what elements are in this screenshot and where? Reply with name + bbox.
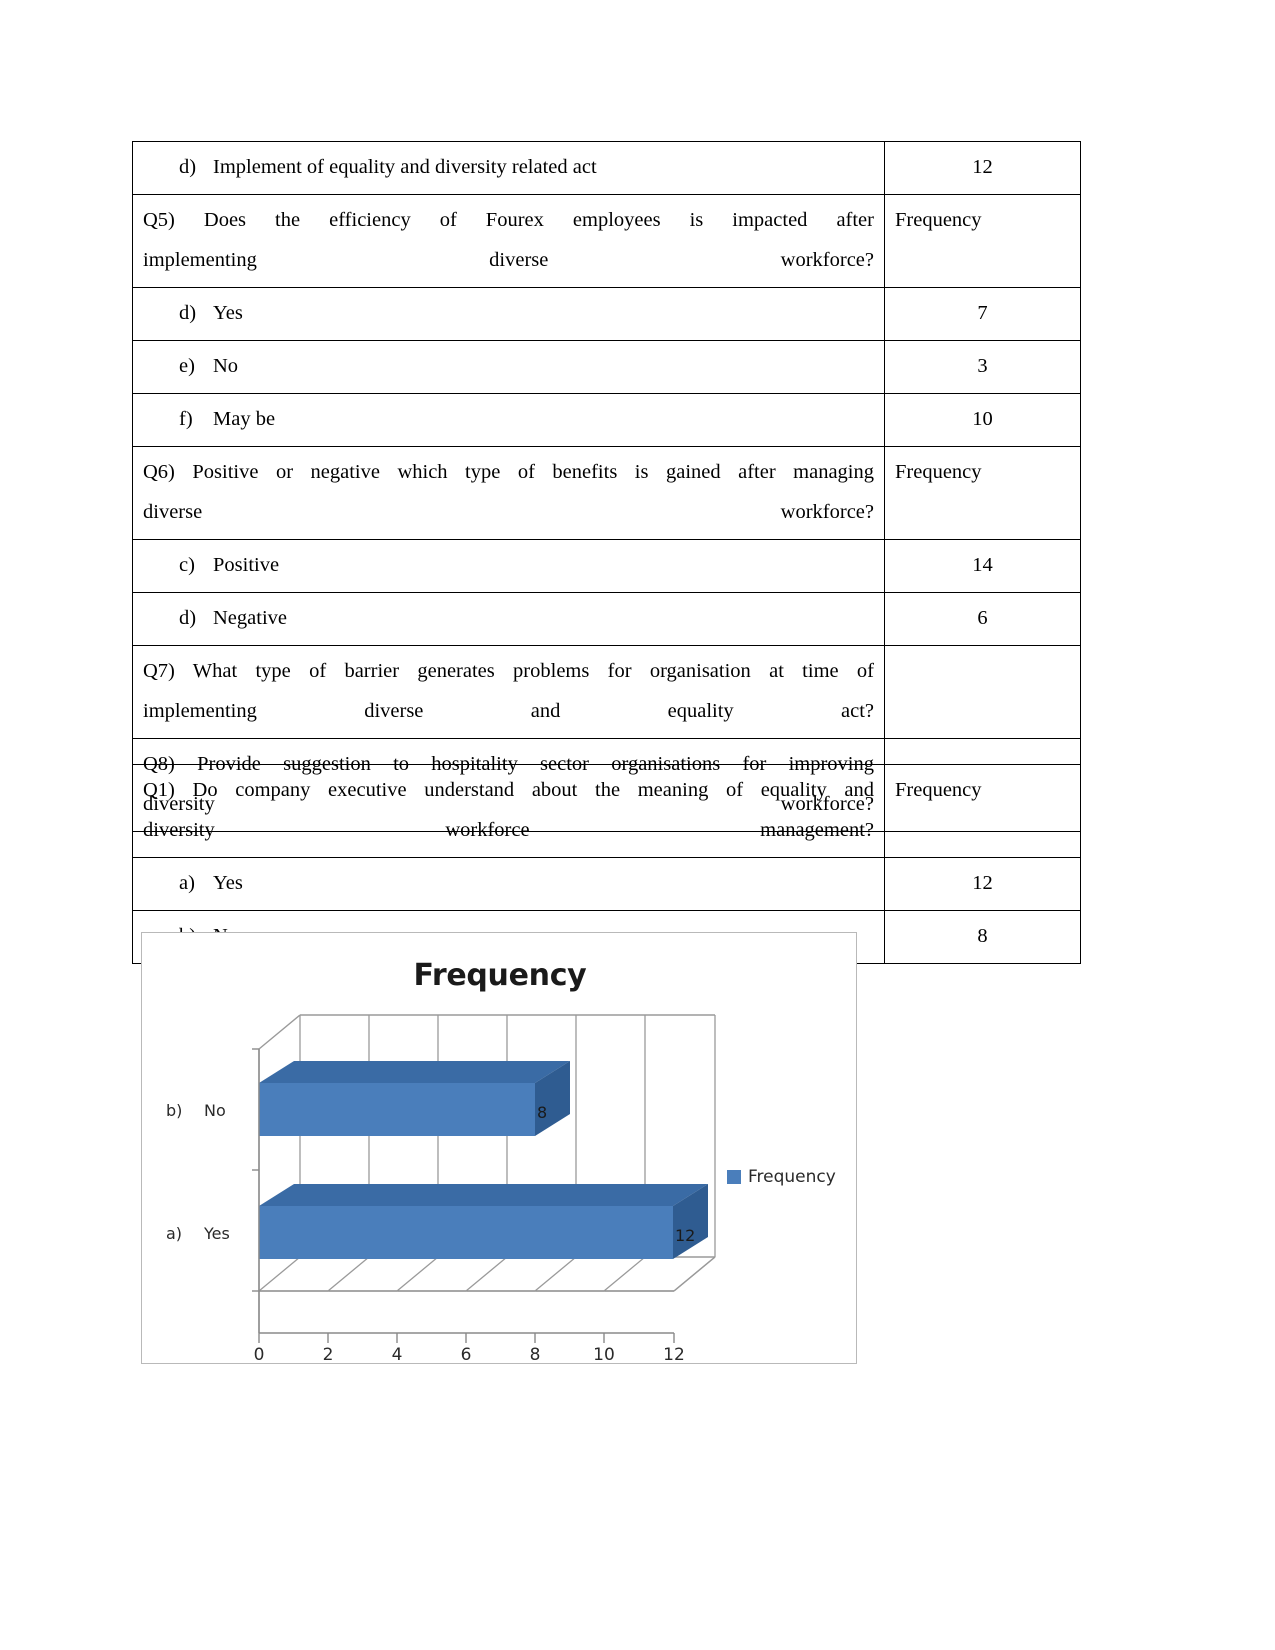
option-text: Positive bbox=[213, 553, 280, 576]
option-cell: e) No bbox=[132, 339, 885, 394]
option-cell: c) Positive bbox=[132, 538, 885, 593]
option-cell: d) Yes bbox=[132, 286, 885, 341]
option-cell: d) Implement of equality and diversity re… bbox=[132, 141, 885, 195]
question-line-1: Q5) Does the efficiency of Fourex employ… bbox=[143, 208, 874, 231]
legend-swatch-frequency bbox=[727, 1170, 741, 1184]
option-letter: d) bbox=[179, 156, 197, 178]
frequency-header: Frequency bbox=[884, 764, 1081, 858]
frequency-value: 8 bbox=[884, 909, 1081, 964]
frequency-header: Frequency bbox=[884, 193, 1081, 288]
chart-category-label-yes: a) Yes bbox=[166, 1224, 230, 1243]
bar-value-no: 8 bbox=[537, 1103, 548, 1122]
option-text: Negative bbox=[213, 606, 287, 629]
questions-table: d) Implement of equality and diversity re… bbox=[132, 141, 1081, 832]
table-row: Q7) What type of barrier generates probl… bbox=[132, 644, 1081, 739]
table-row: c) Positive 14 bbox=[132, 538, 1081, 593]
question-cell: Q5) Does the efficiency of Fourex employ… bbox=[132, 193, 885, 288]
legend-label-frequency: Frequency bbox=[748, 1167, 836, 1187]
option-letter: d) bbox=[179, 301, 197, 324]
option-text: May be bbox=[213, 407, 276, 430]
chart-value-axis bbox=[258, 1291, 675, 1343]
option-letter: f) bbox=[179, 407, 193, 430]
frequency-value: 12 bbox=[884, 856, 1081, 911]
option-text: Yes bbox=[213, 301, 243, 324]
frequency-cell-empty bbox=[884, 644, 1081, 739]
frequency-bar-chart: Frequency b) No a) Yes 8 12 0 2 4 6 8 10… bbox=[141, 932, 857, 1365]
table-row: e) No 3 bbox=[132, 339, 1081, 394]
question-cell: Q6) Positive or negative which type of b… bbox=[132, 445, 885, 540]
document-page: d) Implement of equality and diversity re… bbox=[0, 0, 1275, 1650]
chart-category-letter-yes: a) bbox=[166, 1224, 183, 1243]
chart-category-ticks bbox=[252, 1048, 259, 1292]
option-text: Implement of equality and diversity rela… bbox=[213, 156, 597, 178]
question-cell: Q7) What type of barrier generates probl… bbox=[132, 644, 885, 739]
table-row: Q1) Do company executive understand abou… bbox=[132, 764, 1081, 858]
option-cell: a) Yes bbox=[132, 856, 885, 911]
bar-no bbox=[259, 1061, 570, 1136]
option-text: No bbox=[213, 354, 239, 377]
frequency-value: 6 bbox=[884, 591, 1081, 646]
chart-category-label-no: b) No bbox=[166, 1101, 226, 1120]
question-cell: Q1) Do company executive understand abou… bbox=[132, 764, 885, 858]
chart-xtick-3: 6 bbox=[460, 1345, 472, 1365]
question-line-1: Q1) Do company executive understand abou… bbox=[143, 779, 874, 801]
chart-plot-area bbox=[252, 1014, 716, 1343]
chart-category-name-no: No bbox=[204, 1101, 226, 1120]
chart-floor-risers bbox=[258, 1256, 716, 1292]
question-line-2: implementing diverse and equality act? bbox=[143, 699, 874, 722]
option-cell: f) May be bbox=[132, 392, 885, 447]
frequency-value: 12 bbox=[884, 141, 1081, 195]
frequency-value: 10 bbox=[884, 392, 1081, 447]
question-line-2: diverse workforce? bbox=[143, 500, 874, 523]
chart-xtick-5: 10 bbox=[593, 1345, 615, 1365]
bar-value-yes: 12 bbox=[675, 1226, 696, 1245]
option-letter: d) bbox=[179, 606, 197, 629]
table-row: Q5) Does the efficiency of Fourex employ… bbox=[132, 193, 1081, 288]
option-letter: e) bbox=[179, 354, 195, 377]
chart-xtick-6: 12 bbox=[663, 1345, 685, 1365]
question-line-1: Q7) What type of barrier generates probl… bbox=[143, 659, 874, 682]
chart-xtick-1: 2 bbox=[322, 1345, 334, 1365]
question-line-2: implementing diverse workforce? bbox=[143, 248, 874, 271]
option-letter: c) bbox=[179, 553, 195, 576]
chart-xtick-0: 0 bbox=[253, 1345, 265, 1365]
chart-category-name-yes: Yes bbox=[204, 1224, 230, 1243]
bar-yes bbox=[259, 1184, 708, 1259]
table-row: d) Implement of equality and diversity re… bbox=[132, 141, 1081, 195]
chart-xtick-4: 8 bbox=[529, 1345, 541, 1365]
option-text: Yes bbox=[213, 871, 243, 894]
frequency-value: 7 bbox=[884, 286, 1081, 341]
table-row: a) Yes 12 bbox=[132, 856, 1081, 911]
chart-xtick-2: 4 bbox=[391, 1345, 403, 1365]
table-row: Q6) Positive or negative which type of b… bbox=[132, 445, 1081, 540]
question-line-1: Q6) Positive or negative which type of b… bbox=[143, 460, 874, 483]
option-letter: a) bbox=[179, 871, 195, 894]
frequency-value: 14 bbox=[884, 538, 1081, 593]
frequency-header: Frequency bbox=[884, 445, 1081, 540]
table-row: f) May be 10 bbox=[132, 392, 1081, 447]
option-cell: d) Negative bbox=[132, 591, 885, 646]
frequency-value: 3 bbox=[884, 339, 1081, 394]
chart-legend: Frequency bbox=[727, 1167, 836, 1187]
table-row: d) Yes 7 bbox=[132, 286, 1081, 341]
question-line-2: diversity workforce management? bbox=[143, 818, 874, 841]
table-row: d) Negative 6 bbox=[132, 591, 1081, 646]
chart-category-letter-no: b) bbox=[166, 1101, 183, 1120]
